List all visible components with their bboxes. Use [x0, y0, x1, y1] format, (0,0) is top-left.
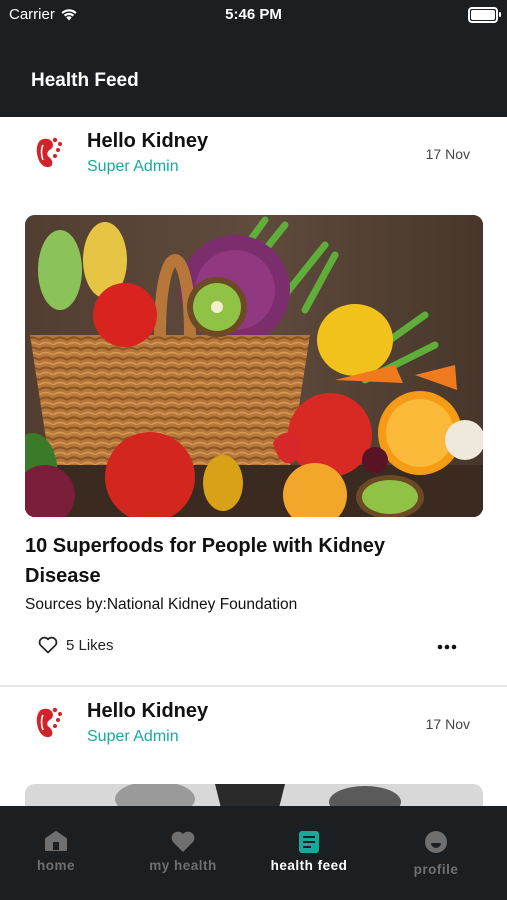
post-author-role: Super Admin: [87, 728, 179, 745]
post-author[interactable]: Hello Kidney: [87, 700, 208, 723]
feed-post[interactable]: Hello Kidney Super Admin 17 Nov: [0, 687, 507, 806]
more-options-button[interactable]: [437, 637, 457, 651]
feed-post[interactable]: Hello Kidney Super Admin 17 Nov: [0, 117, 507, 687]
tab-label: health feed: [270, 858, 348, 873]
post-header: Hello Kidney Super Admin 17 Nov: [0, 687, 507, 757]
post-date: 17 Nov: [425, 146, 470, 162]
post-image[interactable]: [25, 784, 483, 806]
post-source: Sources by:National Kidney Foundation: [25, 596, 298, 613]
page-title: Health Feed: [31, 70, 139, 91]
post-date: 17 Nov: [425, 716, 470, 732]
navigation-bar: Health Feed: [0, 30, 507, 117]
feed-icon: [299, 831, 319, 853]
home-icon: [45, 831, 67, 851]
post-image[interactable]: [25, 215, 483, 517]
kidney-logo-icon: [36, 137, 62, 168]
tab-label: home: [36, 858, 75, 873]
tab-label: profile: [413, 862, 459, 877]
tab-health-feed[interactable]: health feed: [254, 806, 364, 900]
tab-my-health[interactable]: my health: [122, 806, 244, 900]
tab-label: my health: [149, 858, 217, 873]
like-count: 5 Likes: [66, 636, 114, 654]
health-feed-list[interactable]: Hello Kidney Super Admin 17 Nov 10 Super…: [0, 117, 507, 806]
more-dots-icon: [437, 644, 457, 650]
like-button[interactable]: 5 Likes: [38, 636, 114, 654]
post-title[interactable]: 10 Superfoods for People with Kidney Dis…: [25, 531, 465, 591]
status-bar: Carrier 5:46 PM: [0, 0, 507, 30]
kidney-logo-icon: [36, 707, 62, 738]
post-author[interactable]: Hello Kidney: [87, 130, 208, 153]
heart-icon: [171, 831, 195, 852]
heart-outline-icon: [38, 636, 58, 654]
tab-bar: home my health health feed profile: [0, 806, 507, 900]
tab-home[interactable]: home: [0, 806, 112, 900]
clock: 5:46 PM: [225, 6, 282, 23]
battery-icon: [468, 7, 501, 23]
vegetable-basket-illustration: [25, 215, 483, 517]
smiley-icon: [425, 831, 447, 853]
doctor-photo-illustration: [25, 784, 483, 806]
post-author-role: Super Admin: [87, 158, 179, 175]
tab-profile[interactable]: profile: [381, 806, 491, 900]
post-header: Hello Kidney Super Admin 17 Nov: [0, 117, 507, 187]
